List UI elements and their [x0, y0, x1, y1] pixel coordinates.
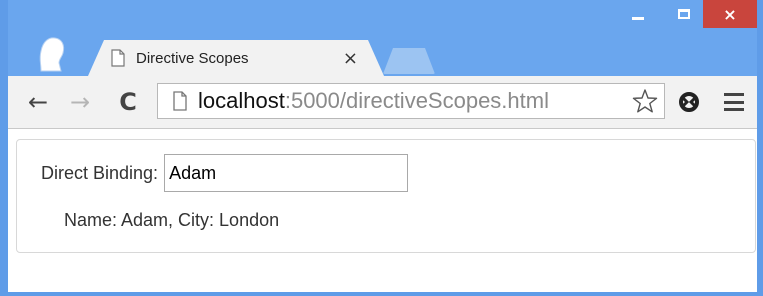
direct-binding-row: Direct Binding: — [41, 154, 409, 192]
minimize-button[interactable] — [615, 0, 661, 28]
direct-binding-label: Direct Binding: — [41, 162, 159, 183]
url-text: localhost:5000/directiveScopes.html — [198, 88, 549, 114]
menu-bar — [724, 100, 744, 104]
back-button[interactable]: ← — [24, 88, 52, 116]
url-host: localhost — [198, 88, 285, 113]
maximize-button[interactable] — [661, 0, 707, 28]
tab-directive-scopes[interactable]: Directive Scopes × — [88, 40, 384, 76]
url-path: :5000/directiveScopes.html — [284, 88, 549, 113]
content-panel: Direct Binding: Name: Adam, City: London — [16, 139, 756, 253]
close-window-button[interactable]: × — [703, 0, 757, 28]
extension-icon[interactable] — [676, 89, 702, 115]
menu-bar — [724, 108, 744, 111]
menu-bar — [724, 93, 744, 96]
browser-toolbar: ← → C localhost:5000/directiveScopes.htm… — [8, 76, 757, 129]
menu-icon[interactable] — [722, 90, 746, 114]
maximize-icon — [678, 9, 690, 19]
page-content: Direct Binding: Name: Adam, City: London — [8, 129, 757, 292]
tab-close-icon[interactable]: × — [343, 48, 358, 69]
name-city-text: Name: Adam, City: London — [64, 210, 280, 230]
star-icon[interactable] — [632, 88, 658, 114]
forward-button[interactable]: → — [66, 88, 94, 116]
page-icon — [110, 49, 126, 67]
browser-window: × Directive Scopes × ← → C localhost:500… — [0, 0, 763, 296]
page-icon — [173, 91, 187, 111]
minimize-icon — [632, 16, 644, 20]
tab-title: Directive Scopes — [136, 49, 249, 67]
address-bar[interactable]: localhost:5000/directiveScopes.html — [157, 83, 665, 119]
close-icon: × — [723, 4, 737, 24]
reload-button[interactable]: C — [114, 88, 142, 116]
profile-avatar-icon[interactable] — [33, 33, 69, 73]
direct-binding-input[interactable] — [164, 154, 409, 192]
